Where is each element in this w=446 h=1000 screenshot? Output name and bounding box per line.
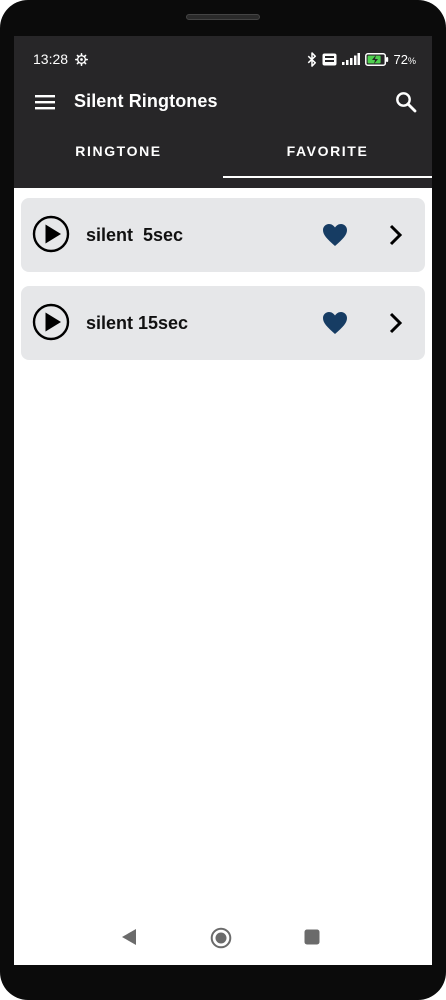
- battery-percent: 72%: [393, 51, 416, 67]
- battery-percent-unit: %: [407, 55, 416, 66]
- navigation-bar: [14, 907, 432, 965]
- battery-charging-icon: [364, 52, 389, 66]
- status-bar: 13:28 72%: [14, 36, 432, 82]
- hamburger-menu-icon[interactable]: [34, 90, 58, 114]
- tab-favorite[interactable]: FAVORITE: [223, 122, 432, 188]
- heart-icon[interactable]: [322, 223, 348, 247]
- tab-ringtone[interactable]: RINGTONE: [14, 122, 223, 188]
- screen: 13:28 72% Silent Ringtones RINGTONE FAVO…: [14, 36, 432, 965]
- favorites-list: silent 5sec silent 15sec: [21, 198, 425, 374]
- signal-icon: [341, 53, 360, 65]
- search-icon[interactable]: [394, 90, 418, 114]
- status-left: 13:28: [33, 51, 89, 67]
- heart-icon[interactable]: [322, 311, 348, 335]
- status-time: 13:28: [33, 51, 69, 67]
- chevron-right-icon[interactable]: [386, 223, 406, 247]
- home-icon[interactable]: [210, 927, 232, 949]
- ringtone-title: silent 5sec: [86, 225, 184, 245]
- app-title: Silent Ringtones: [74, 91, 218, 111]
- phone-frame: 13:28 72% Silent Ringtones RINGTONE FAVO…: [0, 0, 446, 1000]
- list-item[interactable]: silent 15sec: [21, 286, 425, 360]
- earpiece-speaker: [186, 14, 260, 20]
- volte-icon: [322, 53, 337, 66]
- play-icon[interactable]: [32, 303, 70, 341]
- settings-gear-icon: [75, 52, 89, 66]
- bluetooth-icon: [307, 51, 317, 67]
- ringtone-title: silent 15sec: [86, 313, 189, 333]
- play-icon[interactable]: [32, 215, 70, 253]
- back-icon[interactable]: [120, 927, 138, 947]
- status-right: 72%: [307, 52, 416, 67]
- recents-icon[interactable]: [304, 929, 320, 945]
- chevron-right-icon[interactable]: [386, 311, 406, 335]
- tab-favorite-label: FAVORITE: [286, 143, 369, 159]
- tab-ringtone-label: RINGTONE: [75, 143, 162, 159]
- app-bar: Silent Ringtones: [14, 82, 432, 122]
- tab-bar: RINGTONE FAVORITE: [14, 122, 432, 188]
- list-item[interactable]: silent 5sec: [21, 198, 425, 272]
